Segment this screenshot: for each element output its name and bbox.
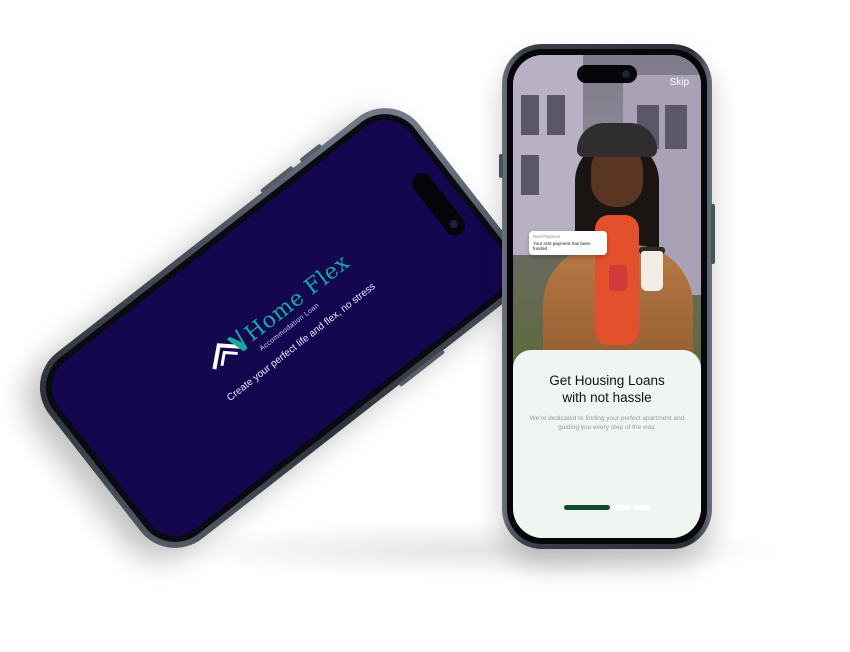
onboarding-title: Get Housing Loans with not hassle [513,372,701,406]
building-window [665,105,687,149]
building-window [521,95,539,135]
notification-body: Your rent payment has been funded [533,241,591,251]
page-indicator-active[interactable] [564,505,610,510]
onboarding-title-line2: with not hassle [562,390,652,405]
dynamic-island [577,65,637,83]
skip-button[interactable]: Skip [670,77,689,88]
splash-phone: Home Flex Accommodation Loan Create your… [22,90,538,566]
building-window [547,95,565,135]
page-indicator-dot[interactable] [614,505,630,510]
coffee-cup [641,251,663,291]
volume-button [499,154,503,178]
page-indicator[interactable] [562,505,652,510]
payment-notification: Rent Payment Your rent payment has been … [529,231,607,255]
brand-name: Home Flex [240,249,355,347]
onboarding-sheet: Get Housing Loans with not hassle We're … [513,350,701,538]
onboarding-title-line1: Get Housing Loans [549,373,665,388]
onboarding-description: We're dedicated to finding your perfect … [529,415,685,431]
splash-logo-block: Home Flex Accommodation Loan Create your… [150,207,423,439]
onboarding-phone: Skip Rent Payment Your rent payment has … [499,44,715,549]
person-hat [577,123,657,157]
power-button [711,204,715,264]
held-phone [609,265,627,291]
logo-row: Home Flex [150,207,407,418]
camera-icon [622,70,630,78]
onboarding-screen: Skip Rent Payment Your rent payment has … [513,55,701,538]
notification-title: Rent Payment [533,234,561,239]
building-window [521,155,539,195]
page-indicator-dot[interactable] [634,505,650,510]
camera-icon [448,218,460,230]
hero-photo [513,55,701,385]
